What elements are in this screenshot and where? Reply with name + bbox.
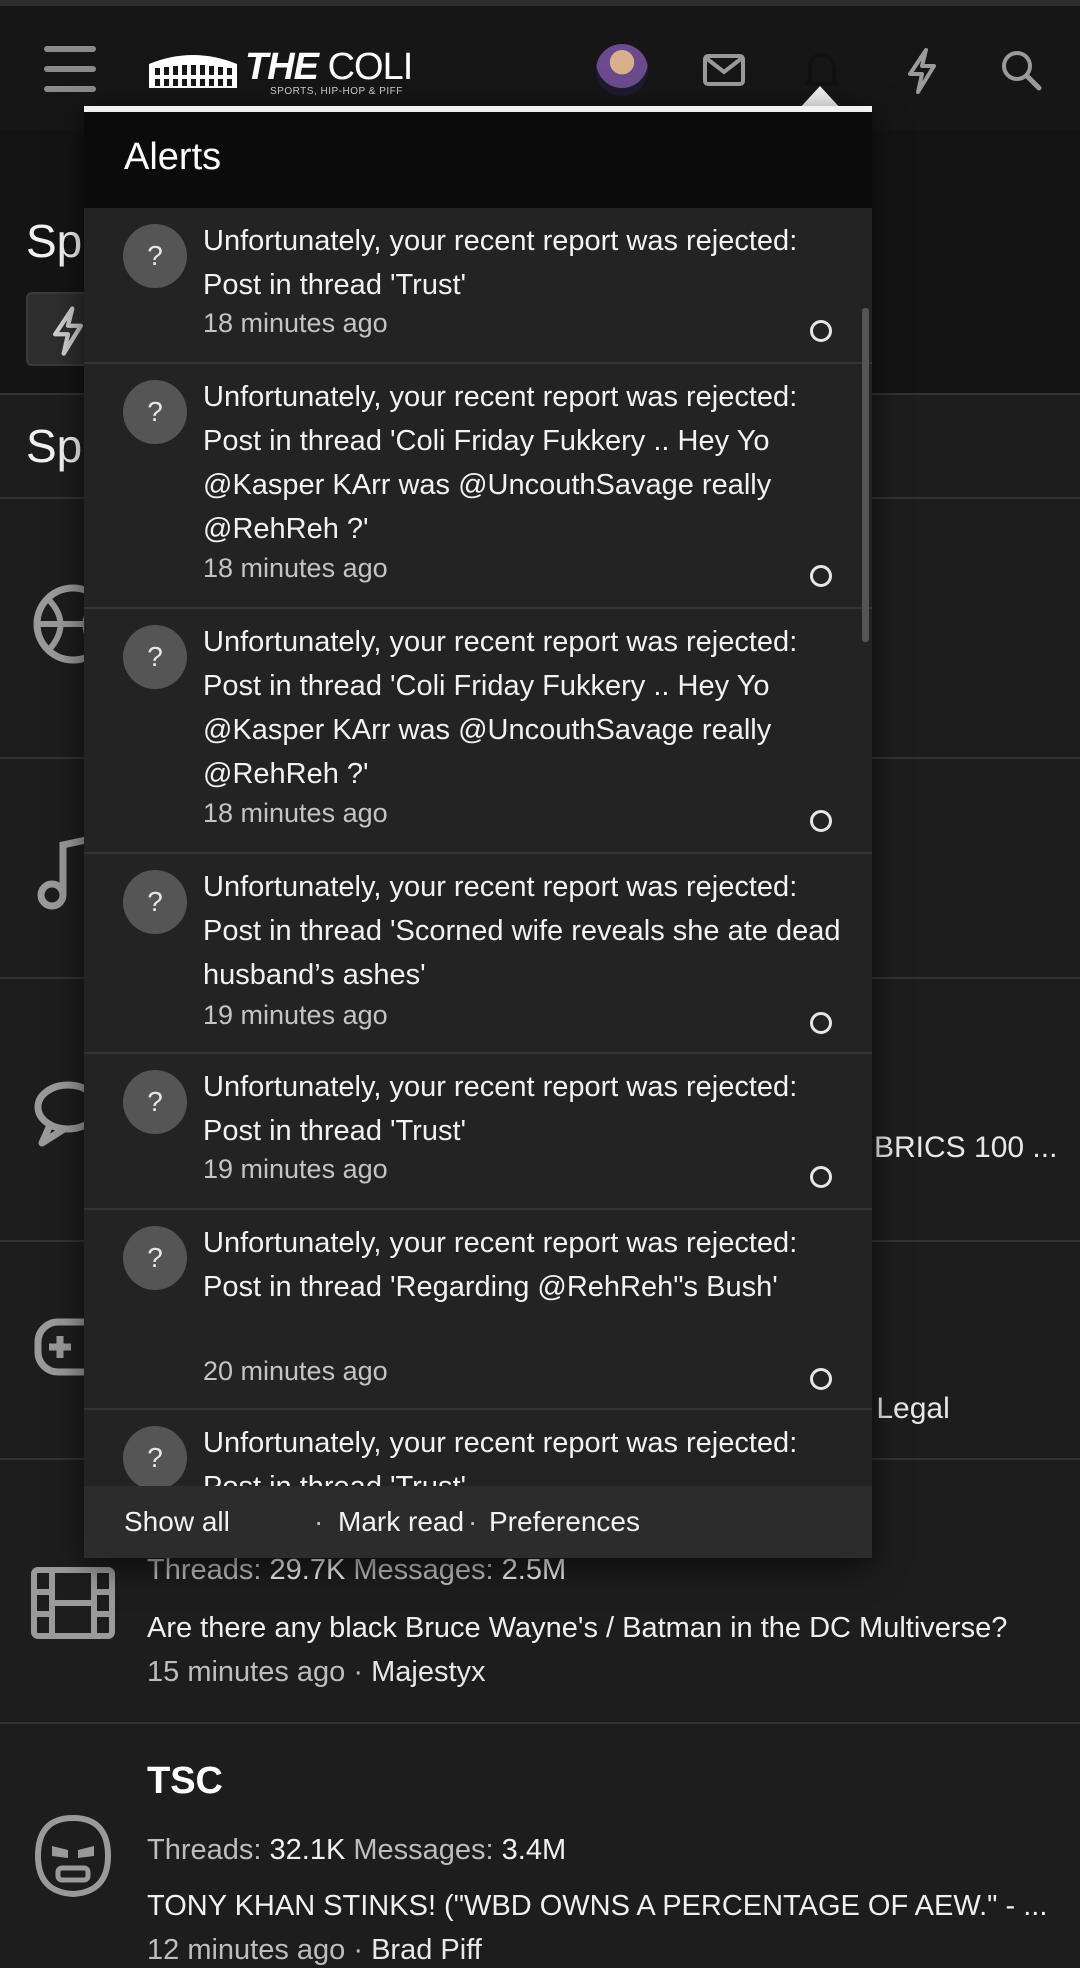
logo-tagline: SPORTS, HIP-HOP & PIFF: [270, 86, 403, 97]
show-all-link[interactable]: Show all: [124, 1506, 230, 1538]
question-mark-icon: ?: [123, 380, 187, 444]
alert-item[interactable]: ? Unfortunately, your recent report was …: [84, 1410, 872, 1486]
mark-read-toggle[interactable]: [810, 565, 832, 587]
alerts-title: Alerts: [124, 136, 222, 178]
question-mark-icon: ?: [123, 224, 187, 288]
question-mark-icon: ?: [123, 1426, 187, 1486]
whats-new-lightning-icon[interactable]: [894, 42, 950, 98]
alerts-scrollbar[interactable]: [862, 308, 869, 642]
alert-item[interactable]: ? Unfortunately, your recent report was …: [84, 609, 872, 854]
mark-read-link[interactable]: Mark read: [338, 1506, 464, 1538]
alert-text[interactable]: Unfortunately, your recent report was re…: [203, 219, 843, 307]
alert-time: 20 minutes ago: [203, 1356, 388, 1386]
latest-post-meta: 12 minutes ago · Brad Piff: [147, 1934, 482, 1966]
forum-title[interactable]: TSC: [147, 1760, 223, 1803]
alert-time: 18 minutes ago: [203, 553, 388, 583]
alert-item[interactable]: ? Unfortunately, your recent report was …: [84, 1054, 872, 1210]
alert-time: 18 minutes ago: [203, 308, 388, 338]
alert-text[interactable]: Unfortunately, your recent report was re…: [203, 1421, 843, 1486]
forum-stats: Threads: 32.1K Messages: 3.4M: [147, 1834, 567, 1866]
category-title-fragment: Sp: [26, 420, 83, 472]
mark-read-toggle[interactable]: [810, 1368, 832, 1390]
logo-wordmark: THE COLI: [245, 46, 413, 88]
question-mark-icon: ?: [123, 1226, 187, 1290]
alert-item[interactable]: ? Unfortunately, your recent report was …: [84, 854, 872, 1054]
forum-row[interactable]: TSC Threads: 32.1K Messages: 3.4M TONY K…: [0, 1724, 1080, 1968]
alert-text[interactable]: Unfortunately, your recent report was re…: [203, 1221, 843, 1309]
footer-separator: ·: [314, 1506, 324, 1537]
forum-stats: Threads: 29.7K Messages: 2.5M: [147, 1554, 567, 1586]
question-mark-icon: ?: [123, 870, 187, 934]
latest-post-meta: 15 minutes ago · Majestyx: [147, 1656, 486, 1688]
alert-time: 19 minutes ago: [203, 1000, 388, 1030]
colosseum-logo-icon: [149, 55, 237, 88]
mark-read-toggle[interactable]: [810, 810, 832, 832]
alert-text[interactable]: Unfortunately, your recent report was re…: [203, 375, 843, 551]
latest-thread-link[interactable]: Are there any black Bruce Wayne's / Batm…: [147, 1612, 1052, 1645]
mark-read-toggle[interactable]: [810, 1012, 832, 1034]
alerts-header: Alerts: [84, 112, 872, 208]
latest-post-author[interactable]: Brad Piff: [371, 1934, 482, 1966]
alert-text[interactable]: Unfortunately, your recent report was re…: [203, 865, 843, 997]
page-title-fragment: Sp: [26, 215, 83, 267]
user-avatar[interactable]: [596, 44, 648, 96]
question-mark-icon: ?: [123, 1070, 187, 1134]
alert-item[interactable]: ? Unfortunately, your recent report was …: [84, 208, 872, 364]
preferences-link[interactable]: Preferences: [489, 1506, 640, 1538]
alert-time: 18 minutes ago: [203, 798, 388, 828]
menu-icon[interactable]: [40, 42, 100, 96]
inbox-icon[interactable]: [696, 42, 752, 98]
latest-thread-fragment[interactable]: BRICS 100 ...: [874, 1131, 1057, 1165]
alert-item[interactable]: ? Unfortunately, your recent report was …: [84, 1210, 872, 1410]
mark-read-toggle[interactable]: [810, 320, 832, 342]
footer-separator: ·: [468, 1506, 478, 1537]
latest-thread-link[interactable]: TONY KHAN STINKS! ("WBD OWNS A PERCENTAG…: [147, 1890, 1052, 1923]
wrestling-mask-icon: [34, 1814, 112, 1898]
alerts-dropdown: Alerts ? Unfortunately, your recent repo…: [84, 106, 872, 1558]
alerts-list[interactable]: ? Unfortunately, your recent report was …: [84, 208, 872, 1486]
alert-item[interactable]: ? Unfortunately, your recent report was …: [84, 364, 872, 609]
alert-time: 19 minutes ago: [203, 1154, 388, 1184]
mark-read-toggle[interactable]: [810, 1166, 832, 1188]
alert-text[interactable]: Unfortunately, your recent report was re…: [203, 1065, 843, 1153]
alerts-footer: Show all · Mark read · Preferences: [84, 1486, 872, 1558]
question-mark-icon: ?: [123, 625, 187, 689]
film-icon: [31, 1567, 115, 1639]
alert-text[interactable]: Unfortunately, your recent report was re…: [203, 620, 843, 796]
search-icon[interactable]: [993, 42, 1049, 98]
latest-post-author[interactable]: Majestyx: [371, 1656, 485, 1688]
site-logo[interactable]: THE COLI SPORTS, HIP-HOP & PIFF: [145, 46, 413, 97]
